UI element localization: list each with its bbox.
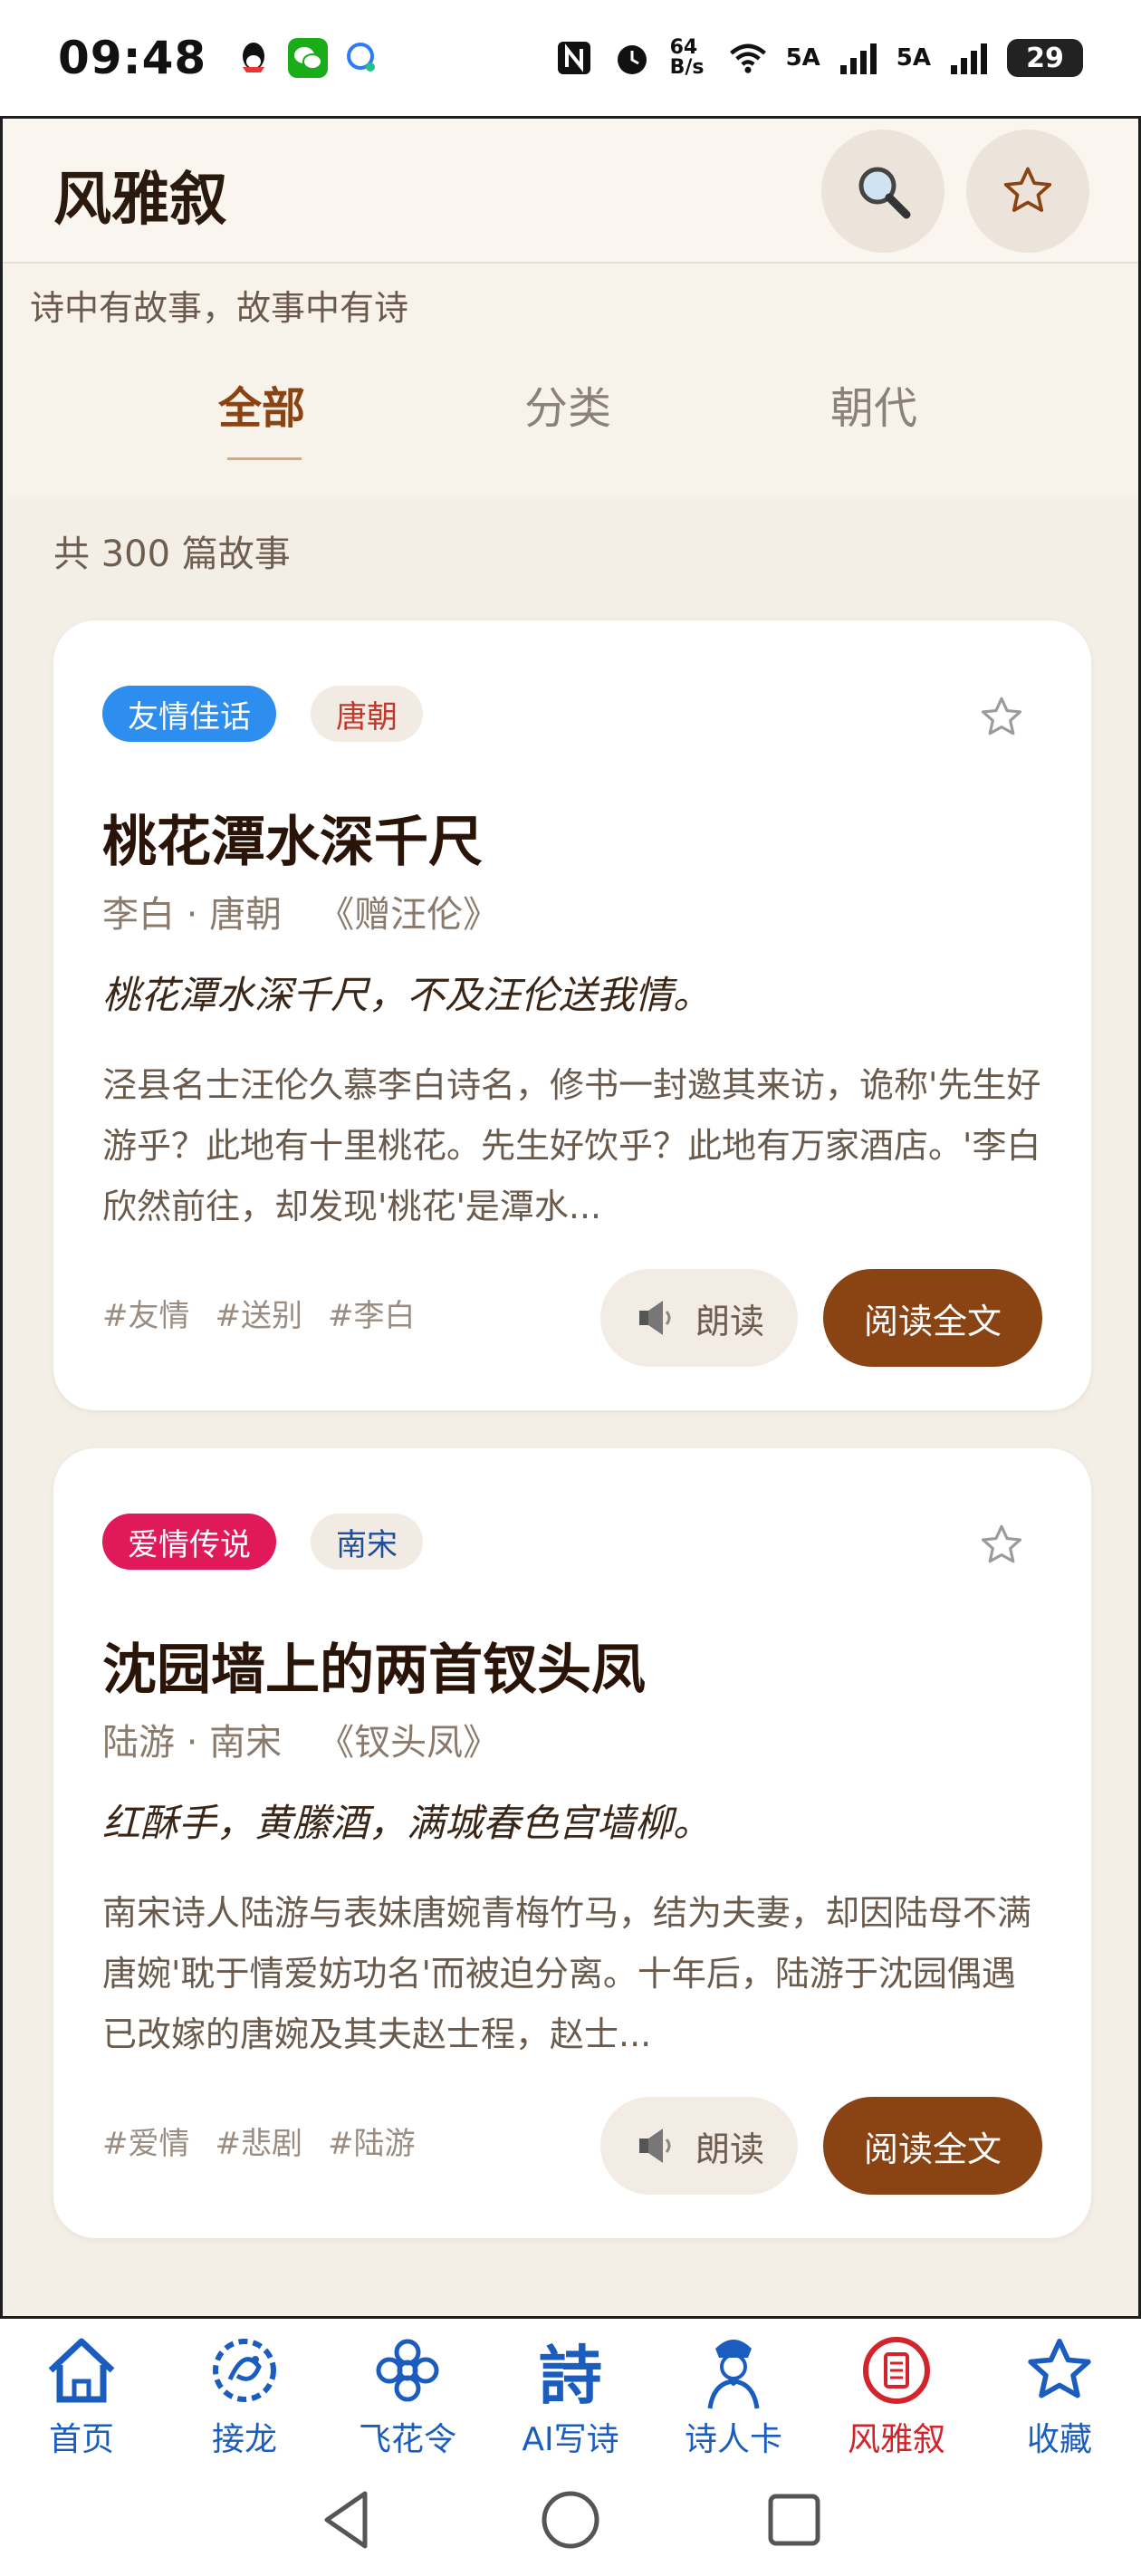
tab-all[interactable]: 全部 <box>218 372 305 436</box>
category-tag[interactable]: 友情佳话 <box>102 686 276 742</box>
signal-icon <box>839 38 878 78</box>
page-title: 风雅叙 <box>53 167 227 234</box>
nfc-icon <box>554 38 594 78</box>
signal-icon <box>949 38 989 78</box>
hashtag[interactable]: #陆游 <box>328 2119 416 2163</box>
nav-item-relay[interactable]: 接龙 <box>163 2319 326 2464</box>
hashtag[interactable]: #爱情 <box>102 2119 190 2163</box>
scroll-icon <box>856 2330 937 2411</box>
story-meta: 李白 · 唐朝 《赠汪伦》 <box>102 885 499 937</box>
hashtag-list: #爱情 #悲剧 #陆游 <box>102 2119 416 2163</box>
app-window: 风雅叙 诗中有故事，故事中有诗 全部 分类 朝代 共 300 篇故事 友情佳话 … <box>0 116 1141 2319</box>
hashtag[interactable]: #友情 <box>102 1291 190 1335</box>
nav-item-fengyaxu[interactable]: 风雅叙 <box>815 2319 978 2464</box>
speaker-icon <box>638 1301 671 1335</box>
hashtag[interactable]: #李白 <box>328 1291 416 1335</box>
story-verse: 桃花潭水深千尺，不及汪伦送我情。 <box>102 973 712 1017</box>
signal-2-label: 5A <box>896 44 931 72</box>
hashtag-list: #友情 #送别 #李白 <box>102 1291 416 1335</box>
chat-bubble-icon <box>342 38 382 78</box>
story-card[interactable]: 友情佳话 唐朝 桃花潭水深千尺 李白 · 唐朝 《赠汪伦》 桃花潭水深千尺，不及汪… <box>53 620 1091 1410</box>
poem-char-icon: 詩 <box>539 2337 602 2413</box>
dynasty-tag[interactable]: 唐朝 <box>311 686 423 742</box>
story-verse: 红酥手，黄縢酒，满城春色宫墙柳。 <box>102 1801 712 1845</box>
nav-item-home[interactable]: 首页 <box>0 2319 163 2464</box>
dragon-icon <box>204 2330 285 2411</box>
story-author: 李白 · 唐朝 <box>102 894 283 936</box>
wifi-icon <box>728 38 768 78</box>
read-full-button[interactable]: 阅读全文 <box>823 1269 1042 1367</box>
hashtag[interactable]: #送别 <box>216 1291 303 1335</box>
active-tab-indicator <box>227 457 302 460</box>
star-outline-icon <box>1003 167 1052 212</box>
story-title[interactable]: 桃花潭水深千尺 <box>102 798 483 877</box>
speaker-icon <box>638 2129 671 2163</box>
recents-icon[interactable] <box>765 2491 823 2549</box>
story-summary: 泾县名士汪伦久慕李白诗名，修书一封邀其来访，诡称'先生好游乎？此地有十里桃花。先… <box>102 1065 1041 1226</box>
nav-label: 风雅叙 <box>847 2421 945 2458</box>
tab-bar: 全部 分类 朝代 <box>3 372 1138 463</box>
app-subtitle: 诗中有故事，故事中有诗 <box>30 288 409 328</box>
story-author: 陆游 · 南宋 <box>102 1722 283 1764</box>
story-work: 《赠汪伦》 <box>318 894 500 936</box>
alarm-icon <box>612 38 652 78</box>
bottom-nav: 首页 接龙 飞花令 詩 AI写诗 诗人卡 风雅叙 收藏 <box>0 2319 1141 2464</box>
search-button[interactable] <box>821 130 944 253</box>
wechat-icon <box>288 38 329 78</box>
system-nav-bar <box>0 2464 1141 2576</box>
nav-label: AI写诗 <box>522 2421 619 2458</box>
read-full-button[interactable]: 阅读全文 <box>823 2097 1042 2195</box>
search-icon <box>858 167 911 219</box>
hashtag[interactable]: #悲剧 <box>216 2119 303 2163</box>
story-summary: 南宋诗人陆游与表妹唐婉青梅竹马，结为夫妻，却因陆母不满唐婉'耽于情爱妨功名'而被… <box>102 1893 1032 2054</box>
poet-icon <box>693 2330 774 2411</box>
tab-dynasty[interactable]: 朝代 <box>830 372 917 436</box>
qq-icon <box>234 38 273 78</box>
status-bar: 09:48 64 B/s 5A 5A 29 <box>0 0 1141 116</box>
category-tag[interactable]: 爱情传说 <box>102 1514 276 1570</box>
story-meta: 陆游 · 南宋 《钗头凤》 <box>102 1713 499 1765</box>
story-title[interactable]: 沈园墙上的两首钗头凤 <box>102 1626 646 1705</box>
nav-item-poet-card[interactable]: 诗人卡 <box>652 2319 815 2464</box>
nav-label: 接龙 <box>211 2421 277 2458</box>
battery-icon: 29 <box>1007 39 1083 77</box>
story-list[interactable]: 共 300 篇故事 友情佳话 唐朝 桃花潭水深千尺 李白 · 唐朝 《赠汪伦》 桃… <box>3 499 1138 2316</box>
nav-item-favorites[interactable]: 收藏 <box>978 2319 1141 2464</box>
story-work: 《钗头凤》 <box>318 1722 500 1764</box>
nav-item-feihualing[interactable]: 飞花令 <box>326 2319 489 2464</box>
app-header: 风雅叙 <box>3 119 1138 264</box>
back-icon[interactable] <box>318 2488 376 2552</box>
dynasty-tag[interactable]: 南宋 <box>311 1514 423 1570</box>
read-aloud-button[interactable]: 朗读 <box>600 1269 798 1367</box>
nav-label: 诗人卡 <box>684 2421 782 2458</box>
star-icon <box>1019 2330 1100 2411</box>
nav-label: 收藏 <box>1026 2421 1092 2458</box>
system-status-icons: 64 B/s 5A 5A 29 <box>554 38 1083 78</box>
home-icon <box>41 2330 122 2411</box>
notification-icons <box>234 38 382 78</box>
tab-category[interactable]: 分类 <box>524 372 611 436</box>
flower-icon <box>367 2330 448 2411</box>
home-circle-icon[interactable] <box>539 2488 602 2552</box>
story-count: 共 300 篇故事 <box>53 533 291 575</box>
favorite-star-icon[interactable] <box>977 693 1026 742</box>
read-aloud-label: 朗读 <box>695 2129 764 2169</box>
read-aloud-button[interactable]: 朗读 <box>600 2097 798 2195</box>
nav-item-ai-poem[interactable]: 詩 AI写诗 <box>489 2319 652 2464</box>
favorite-star-icon[interactable] <box>977 1521 1026 1570</box>
net-speed: 64 B/s <box>669 36 705 79</box>
favorites-button[interactable] <box>966 130 1089 253</box>
read-aloud-label: 朗读 <box>695 1301 764 1341</box>
nav-label: 飞花令 <box>358 2421 456 2458</box>
status-time: 09:48 <box>58 32 207 84</box>
signal-1-label: 5A <box>785 44 820 72</box>
story-card[interactable]: 爱情传说 南宋 沈园墙上的两首钗头凤 陆游 · 南宋 《钗头凤》 红酥手，黄縢酒，… <box>53 1448 1091 2238</box>
nav-label: 首页 <box>48 2421 114 2458</box>
